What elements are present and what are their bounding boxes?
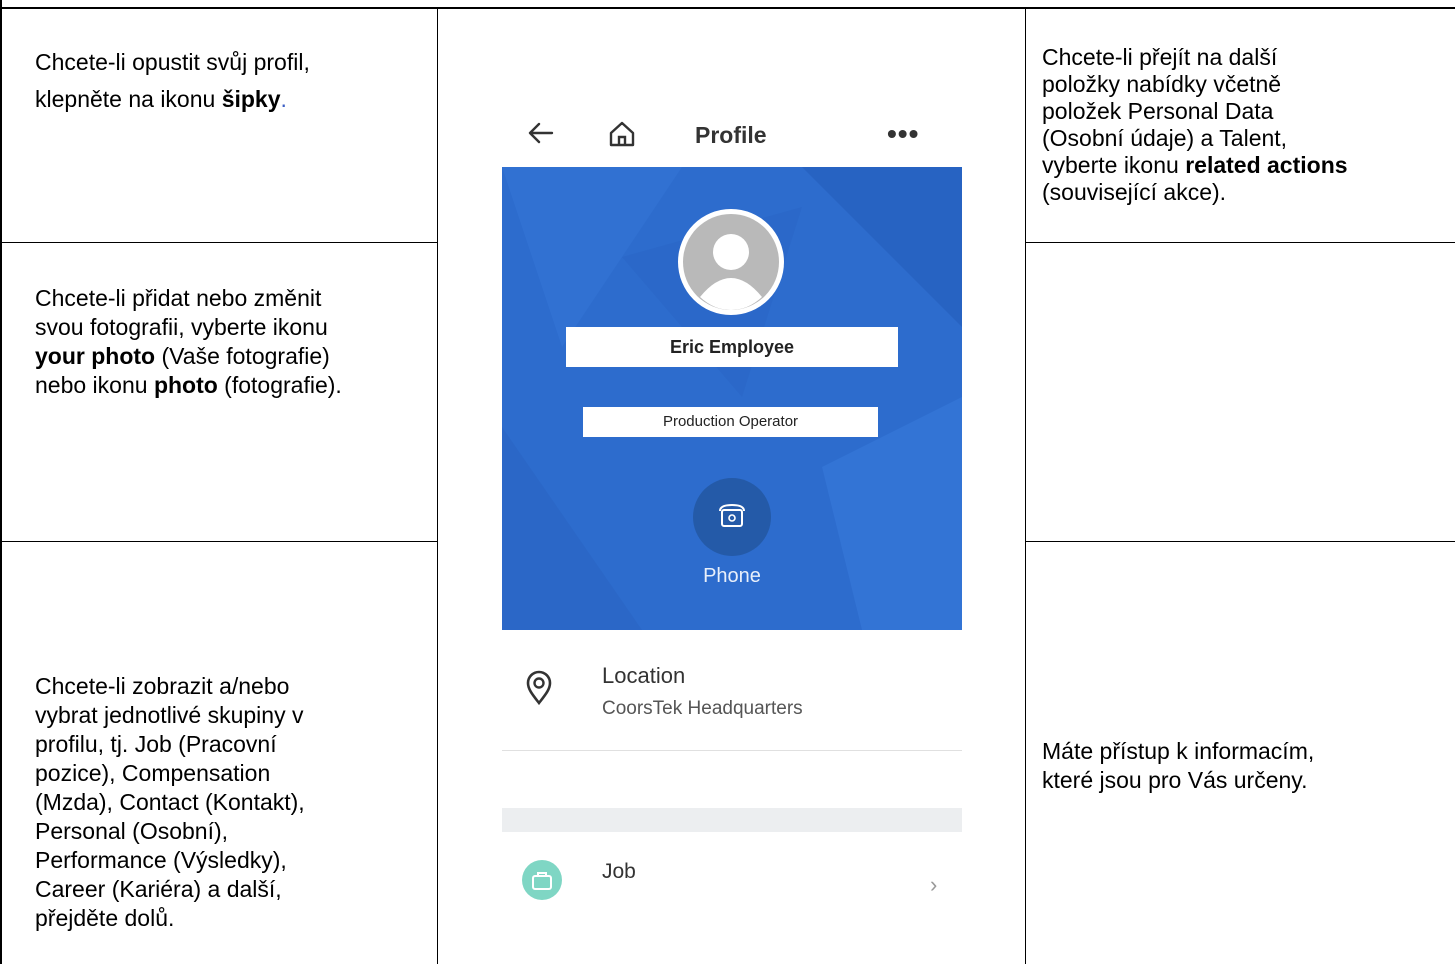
table-top-border bbox=[0, 7, 1455, 9]
photo-bold: photo bbox=[153, 372, 218, 398]
right-cell-1-line5: vyberte ikonu related actions bbox=[1042, 152, 1452, 179]
right-cell-1-text: vyberte ikonu bbox=[1042, 152, 1186, 178]
left-cell-3-line: Chcete-li zobrazit a/nebo bbox=[35, 673, 290, 699]
left-cell-2-line2: svou fotografii, vyberte ikonu bbox=[35, 314, 328, 340]
row-divider-left-1 bbox=[0, 242, 438, 243]
left-cell-1-bold: šipky bbox=[221, 86, 281, 112]
left-cell-1-line1: Chcete-li opustit svůj profil, bbox=[35, 49, 310, 75]
phone-label: Phone bbox=[703, 565, 761, 587]
right-cell-3: Máte přístup k informacím, které jsou pr… bbox=[1042, 737, 1452, 795]
back-arrow-icon[interactable] bbox=[526, 118, 556, 148]
location-title: Location bbox=[602, 663, 686, 688]
right-cell-1-line6: (související akce). bbox=[1042, 179, 1227, 205]
location-value: CoorsTek Headquarters bbox=[602, 698, 803, 719]
profile-title: Profile bbox=[695, 122, 767, 148]
left-cell-1-text: klepněte na ikonu bbox=[35, 86, 222, 112]
row-divider-right-2 bbox=[1025, 541, 1455, 542]
left-cell-2-text4: nebo ikonu bbox=[35, 372, 154, 398]
table-left-border bbox=[0, 0, 2, 964]
telephone-icon bbox=[719, 503, 745, 527]
related-actions-icon[interactable]: ••• bbox=[887, 118, 919, 150]
left-cell-1-line2: klepněte na ikonu šipky. bbox=[35, 83, 430, 116]
left-cell-3-line: Personal (Osobní), bbox=[35, 818, 229, 844]
left-cell-1: Chcete-li opustit svůj profil, klepněte … bbox=[35, 46, 430, 116]
right-cell-1: Chcete-li přejít na další položky nabídk… bbox=[1042, 44, 1452, 206]
row-divider-left-2 bbox=[0, 541, 438, 542]
left-cell-3-line: profilu, tj. Job (Pracovní bbox=[35, 731, 277, 757]
your-photo-bold: your photo bbox=[35, 343, 156, 369]
job-menu-item[interactable]: Job bbox=[602, 860, 636, 884]
right-cell-1-line: položek Personal Data bbox=[1042, 98, 1274, 124]
profile-top-bar: Profile ••• bbox=[502, 100, 962, 167]
left-cell-3-line: pozice), Compensation bbox=[35, 760, 271, 786]
briefcase-glyph bbox=[532, 872, 552, 890]
divider bbox=[502, 750, 962, 751]
employee-position: Production Operator bbox=[583, 407, 878, 437]
profile-header: Eric Employee Production Operator Phone bbox=[502, 167, 962, 630]
left-cell-2: Chcete-li přidat nebo změnit svou fotogr… bbox=[35, 284, 430, 400]
home-icon[interactable] bbox=[606, 118, 638, 150]
right-cell-1-line: (Osobní údaje) a Talent, bbox=[1042, 125, 1288, 151]
chevron-right-icon[interactable]: › bbox=[930, 872, 937, 898]
left-cell-3-line: přejděte dolů. bbox=[35, 905, 175, 931]
left-cell-2-text5: (fotografie). bbox=[217, 372, 342, 398]
location-pin-icon bbox=[526, 670, 552, 706]
right-cell-3-line: které jsou pro Vás určeny. bbox=[1042, 767, 1308, 793]
column-divider-2 bbox=[1025, 7, 1026, 964]
your-photo-avatar[interactable] bbox=[678, 209, 784, 315]
row-divider-right-1 bbox=[1025, 242, 1455, 243]
left-cell-3-line: Performance (Výsledky), bbox=[35, 847, 287, 873]
right-cell-3-line: Máte přístup k informacím, bbox=[1042, 738, 1315, 764]
employee-name: Eric Employee bbox=[566, 327, 898, 367]
left-cell-3-line: vybrat jednotlivé skupiny v bbox=[35, 702, 304, 728]
left-cell-3-line: Career (Kariéra) a další, bbox=[35, 876, 282, 902]
left-cell-2-line1: Chcete-li přidat nebo změnit bbox=[35, 285, 322, 311]
left-cell-3-line: (Mzda), Contact (Kontakt), bbox=[35, 789, 305, 815]
briefcase-icon bbox=[522, 860, 562, 900]
left-cell-2-line4: nebo ikonu photo (fotografie). bbox=[35, 371, 430, 400]
phone-screenshot: Profile ••• Eric Employee Production Ope… bbox=[502, 100, 962, 900]
phone-button[interactable] bbox=[693, 478, 771, 556]
right-cell-1-line: Chcete-li přejít na další bbox=[1042, 44, 1278, 70]
avatar-icon bbox=[683, 214, 779, 310]
column-divider-1 bbox=[437, 7, 438, 964]
related-actions-bold: related actions bbox=[1185, 152, 1348, 178]
right-cell-1-line: položky nabídky včetně bbox=[1042, 71, 1282, 97]
left-cell-2-text3: (Vaše fotografie) bbox=[155, 343, 330, 369]
section-gap bbox=[502, 808, 962, 832]
left-cell-2-line3: your photo (Vaše fotografie) bbox=[35, 342, 430, 371]
left-cell-3: Chcete-li zobrazit a/nebo vybrat jednotl… bbox=[35, 672, 430, 933]
left-cell-1-end: . bbox=[280, 86, 287, 112]
